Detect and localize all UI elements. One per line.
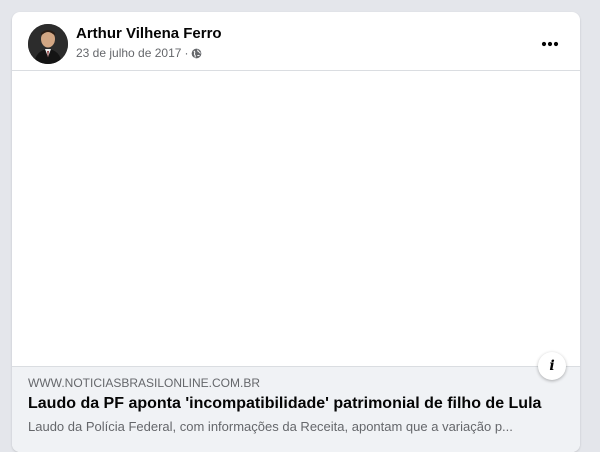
link-domain: WWW.NOTICIASBRASILONLINE.COM.BR [28, 376, 261, 390]
post-card: Arthur Vilhena Ferro 23 de julho de 2017… [12, 12, 580, 452]
link-description: Laudo da Polícia Federal, com informaçõe… [28, 419, 513, 434]
avatar-image [28, 24, 68, 64]
post-date[interactable]: 23 de julho de 2017 [76, 46, 181, 60]
post-meta: 23 de julho de 2017 · [76, 46, 202, 60]
post-header: Arthur Vilhena Ferro 23 de julho de 2017… [12, 12, 580, 70]
globe-icon [192, 48, 202, 58]
meta-separator: · [184, 46, 189, 60]
link-image-placeholder[interactable] [12, 70, 580, 367]
author-name[interactable]: Arthur Vilhena Ferro [76, 25, 222, 42]
link-headline[interactable]: Laudo da PF aponta 'incompatibilidade' p… [28, 395, 568, 413]
more-horizontal-icon [541, 41, 559, 47]
avatar[interactable] [28, 24, 68, 64]
info-icon: i [549, 358, 555, 374]
info-button[interactable]: i [538, 352, 566, 380]
post-options-button[interactable] [532, 30, 568, 58]
link-preview[interactable]: WWW.NOTICIASBRASILONLINE.COM.BR Laudo da… [12, 366, 580, 452]
